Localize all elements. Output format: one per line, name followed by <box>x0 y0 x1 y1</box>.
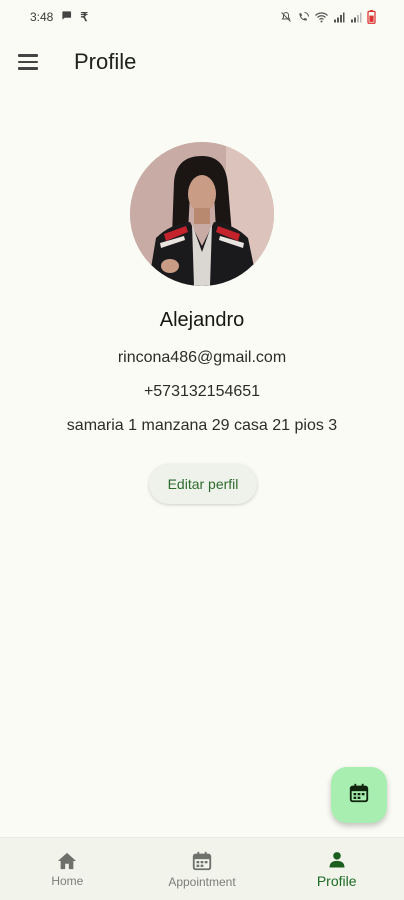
person-icon <box>327 850 347 870</box>
nav-label-appointment: Appointment <box>168 874 236 889</box>
nav-item-home[interactable]: Home <box>0 838 135 900</box>
wifi-icon <box>315 11 328 23</box>
signal-icon <box>333 12 345 23</box>
app-bar: Profile <box>0 36 404 88</box>
avatar <box>130 142 274 286</box>
signal-icon <box>350 12 362 23</box>
profile-phone: +573132154651 <box>143 383 261 400</box>
nav-item-appointment[interactable]: Appointment <box>135 838 270 900</box>
calendar-fab-button[interactable] <box>331 767 387 823</box>
menu-icon[interactable] <box>18 50 42 74</box>
nav-label-profile: Profile <box>316 872 357 889</box>
profile-screen: 3:48 ₹ Profile Alejandro rincona486@gmai… <box>0 0 404 900</box>
bottom-navigation: Home Appointment Profile <box>0 837 404 900</box>
chat-bubble-icon <box>61 10 72 24</box>
nav-label-home: Home <box>51 873 84 888</box>
profile-name: Alejandro <box>159 309 245 331</box>
wifi-calling-icon <box>297 11 310 23</box>
status-time: 3:48 <box>30 10 54 24</box>
status-left: 3:48 ₹ <box>30 10 88 24</box>
calendar-icon <box>348 782 370 809</box>
edit-profile-button[interactable]: Editar perfil <box>149 464 257 504</box>
home-icon <box>56 851 78 871</box>
mute-icon <box>280 11 292 23</box>
profile-address: samaria 1 manzana 29 casa 21 pios 3 <box>66 417 338 434</box>
rupee-icon: ₹ <box>80 10 88 24</box>
battery-icon <box>367 10 376 24</box>
status-bar: 3:48 ₹ <box>0 0 404 34</box>
nav-item-profile[interactable]: Profile <box>269 838 404 900</box>
status-right <box>280 10 376 24</box>
profile-email: rincona486@gmail.com <box>117 349 287 366</box>
calendar-icon <box>191 850 213 872</box>
page-title: Profile <box>74 49 137 74</box>
